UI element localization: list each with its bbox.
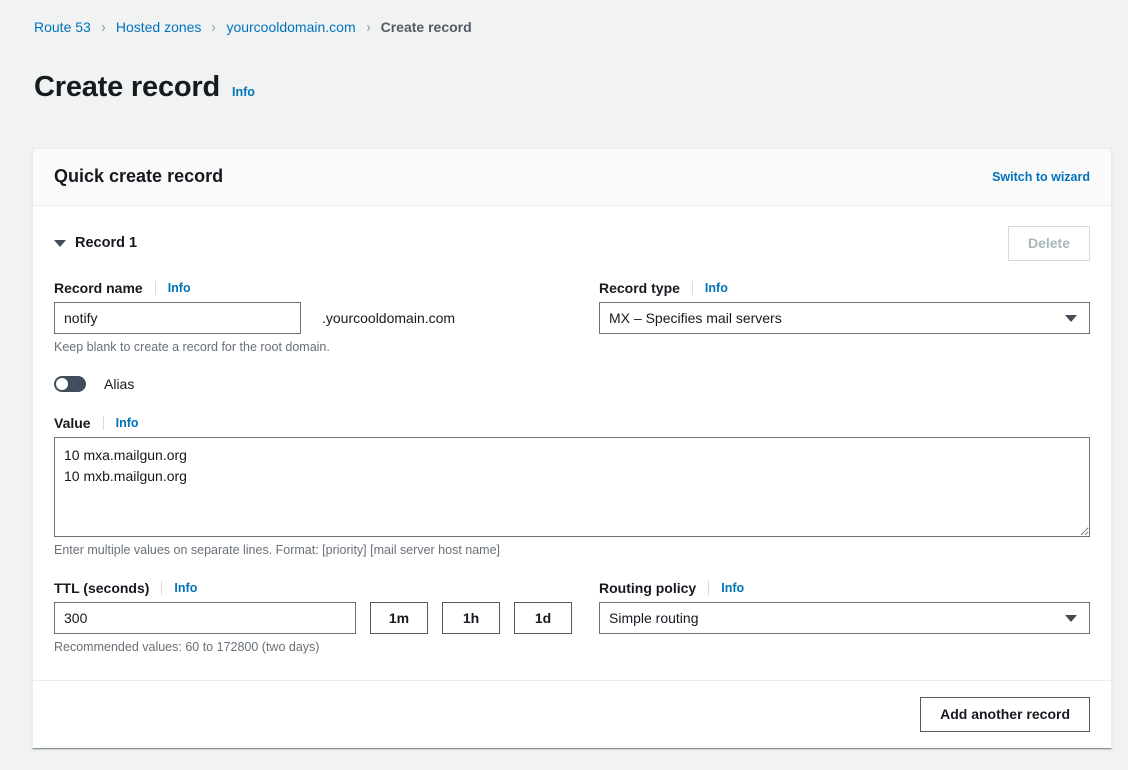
value-label-row: Value Info — [54, 414, 1090, 432]
routing-policy-field: Routing policy Info Simple routing — [599, 579, 1090, 654]
ttl-input-row: 1m 1h 1d — [54, 601, 599, 634]
card-header: Quick create record Switch to wizard — [33, 148, 1111, 206]
quick-create-record-card: Quick create record Switch to wizard Rec… — [32, 147, 1112, 749]
domain-suffix-label: .yourcooldomain.com — [322, 309, 456, 326]
record-type-label-row: Record type Info — [599, 279, 1090, 297]
value-info-link[interactable]: Info — [116, 416, 139, 430]
routing-policy-info-link[interactable]: Info — [721, 581, 744, 595]
breadcrumb-separator-icon: › — [366, 18, 371, 36]
ttl-preset-1m-button[interactable]: 1m — [370, 601, 428, 634]
routing-policy-selected-value: Simple routing — [609, 609, 699, 626]
page-header: Create record Info — [0, 35, 1128, 124]
record-name-input[interactable] — [54, 301, 301, 334]
value-field: Value Info 10 mxa.mailgun.org 10 mxb.mai… — [54, 414, 1090, 557]
breadcrumb-separator-icon: › — [211, 18, 216, 36]
record-type-label: Record type — [599, 279, 680, 296]
record-name-input-row: .yourcooldomain.com — [54, 301, 599, 334]
record-type-select[interactable]: MX – Specifies mail servers — [599, 301, 1090, 334]
breadcrumb-item-current: Create record — [380, 19, 472, 35]
breadcrumb: Route 53 › Hosted zones › yourcooldomain… — [0, 0, 1128, 35]
breadcrumb-item-hosted-zones[interactable]: Hosted zones — [116, 19, 202, 35]
breadcrumb-separator-icon: › — [101, 18, 106, 36]
label-divider — [154, 280, 156, 295]
record-header-row: Record 1 Delete — [54, 225, 1090, 261]
label-divider — [708, 580, 710, 595]
chevron-down-icon — [1065, 614, 1077, 622]
record-type-field: Record type Info MX – Specifies mail ser… — [599, 279, 1090, 354]
page-info-link[interactable]: Info — [232, 85, 255, 99]
page-title: Create record — [34, 71, 220, 104]
ttl-field: TTL (seconds) Info 1m 1h 1d Recommended … — [54, 579, 599, 654]
label-divider — [691, 280, 693, 295]
routing-policy-label-row: Routing policy Info — [599, 579, 1090, 597]
card-body: Record 1 Delete Record name Info .yourco… — [33, 206, 1111, 658]
card-footer: Add another record — [33, 679, 1111, 748]
ttl-label: TTL (seconds) — [54, 579, 150, 596]
switch-to-wizard-link[interactable]: Switch to wizard — [992, 170, 1090, 184]
value-helper-text: Enter multiple values on separate lines.… — [54, 542, 501, 557]
value-label: Value — [54, 414, 91, 431]
record-type-selected-value: MX – Specifies mail servers — [609, 309, 782, 326]
chevron-down-icon — [1065, 314, 1077, 322]
page-footer-actions: Cancel Create records — [0, 749, 1128, 770]
record-name-field: Record name Info .yourcooldomain.com Kee… — [54, 279, 599, 354]
alias-toggle[interactable] — [54, 375, 86, 392]
ttl-helper-text: Recommended values: 60 to 172800 (two da… — [54, 639, 320, 654]
record-type-info-link[interactable]: Info — [705, 281, 728, 295]
breadcrumb-item-domain[interactable]: yourcooldomain.com — [226, 19, 355, 35]
record-name-label-row: Record name Info — [54, 279, 599, 297]
name-type-row: Record name Info .yourcooldomain.com Kee… — [54, 279, 1090, 354]
breadcrumb-item-route-53[interactable]: Route 53 — [34, 19, 91, 35]
value-textarea[interactable]: 10 mxa.mailgun.org 10 mxb.mailgun.org — [54, 436, 1090, 537]
record-name-helper-text: Keep blank to create a record for the ro… — [54, 339, 330, 354]
card-title: Quick create record — [54, 166, 224, 187]
ttl-input[interactable] — [54, 601, 356, 634]
ttl-routing-row: TTL (seconds) Info 1m 1h 1d Recommended … — [54, 579, 1090, 654]
delete-record-button[interactable]: Delete — [1007, 225, 1090, 261]
chevron-down-icon[interactable] — [54, 239, 66, 247]
record-toggle[interactable]: Record 1 — [54, 235, 137, 251]
record-name-label: Record name — [54, 279, 143, 296]
routing-policy-label: Routing policy — [599, 579, 697, 596]
ttl-preset-1h-button[interactable]: 1h — [442, 601, 500, 634]
label-divider — [161, 580, 163, 595]
routing-policy-select[interactable]: Simple routing — [599, 601, 1090, 634]
toggle-knob — [56, 377, 68, 390]
ttl-label-row: TTL (seconds) Info — [54, 579, 599, 597]
label-divider — [102, 415, 104, 430]
record-name-info-link[interactable]: Info — [168, 281, 191, 295]
record-label: Record 1 — [75, 235, 138, 252]
ttl-preset-1d-button[interactable]: 1d — [514, 601, 572, 634]
alias-label: Alias — [104, 375, 135, 392]
ttl-info-link[interactable]: Info — [174, 581, 197, 595]
add-another-record-button[interactable]: Add another record — [920, 696, 1090, 732]
alias-row: Alias — [54, 375, 1090, 392]
